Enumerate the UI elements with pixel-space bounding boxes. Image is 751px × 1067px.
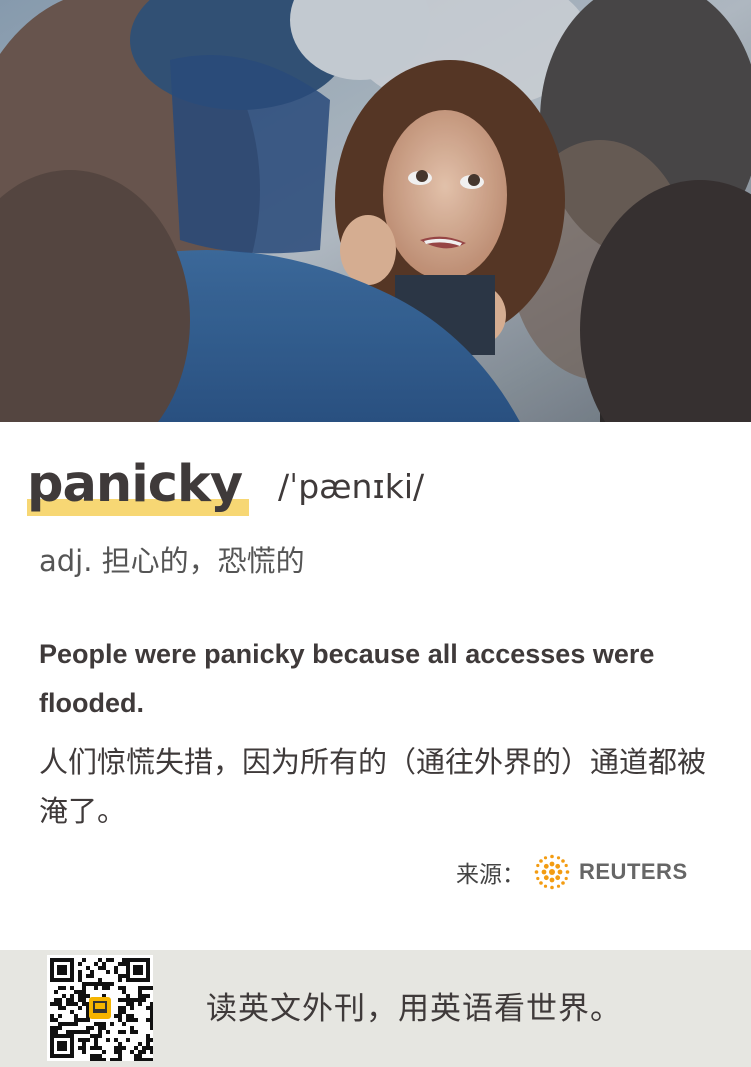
source-label: 来源： <box>456 862 525 888</box>
qr-code-icon <box>47 955 154 1062</box>
example-chinese: 人们惊慌失措，因为所有的（通往外界的）通道都被淹了。 <box>39 745 707 828</box>
headword-block: panicky <box>27 452 249 518</box>
source-attribution: 来源： REUTERS <box>456 854 688 890</box>
phonetic: /ˈpænɪki/ <box>278 467 425 506</box>
source-name: REUTERS <box>579 859 688 884</box>
definition: adj. 担心的，恐慌的 <box>39 544 305 578</box>
header-photo <box>0 0 751 422</box>
slogan: 读英文外刊，用英语看世界。 <box>206 991 622 1027</box>
reuters-logo-icon <box>534 854 570 890</box>
example-english: People were panicky because all accesses… <box>39 639 655 718</box>
headword: panicky <box>27 455 243 514</box>
